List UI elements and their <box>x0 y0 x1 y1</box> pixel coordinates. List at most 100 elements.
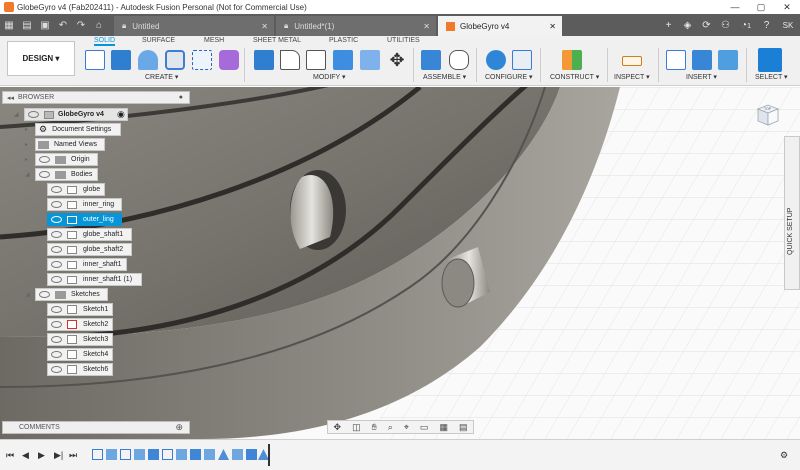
display-settings-icon[interactable]: ▭ <box>420 422 429 433</box>
visibility-eye-icon[interactable] <box>39 156 50 163</box>
tree-origin[interactable]: Origin <box>35 153 98 166</box>
tab-untitled-1[interactable]: 🔒︎ Untitled*(1) ✕ <box>276 16 436 36</box>
timeline-feature-icon[interactable] <box>148 449 159 460</box>
collapse-arrow-icon[interactable]: ◢ <box>25 171 30 178</box>
collapse-arrow-icon[interactable]: ◢ <box>25 291 30 298</box>
tree-body-globe[interactable]: globe <box>47 183 105 196</box>
shell-icon[interactable] <box>333 50 353 70</box>
insert-menu[interactable]: INSERT ▾ <box>686 73 717 81</box>
fit-icon[interactable]: ⌖ <box>404 422 409 433</box>
redo-icon[interactable]: ↷ <box>72 14 90 36</box>
timeline-feature-icon[interactable] <box>134 449 145 460</box>
minimize-button[interactable]: — <box>722 0 748 14</box>
close-tab-icon[interactable]: ✕ <box>423 22 430 31</box>
visibility-eye-icon[interactable] <box>51 231 62 238</box>
undo-icon[interactable]: ↶ <box>54 14 72 36</box>
tree-body-inner-shaft1-copy[interactable]: inner_shaft1 (1) <box>47 273 142 286</box>
configure-table-icon[interactable] <box>512 50 532 70</box>
close-window-button[interactable]: ✕ <box>774 0 800 14</box>
joint-icon[interactable] <box>449 50 469 70</box>
tab-globegyro[interactable]: GlobeGyro v4 ✕ <box>438 16 562 36</box>
visibility-eye-icon[interactable] <box>28 111 39 118</box>
create-sketch-icon[interactable] <box>85 50 105 70</box>
visibility-eye-icon[interactable] <box>51 276 62 283</box>
tree-body-inner-shaft1[interactable]: inner_shaft1 <box>47 258 127 271</box>
tab-surface[interactable]: SURFACE <box>142 37 175 44</box>
tree-body-inner-ring[interactable]: inner_ring <box>47 198 122 211</box>
form-icon[interactable] <box>219 50 239 70</box>
expand-arrow-icon[interactable]: ▸ <box>25 156 28 163</box>
timeline-start-icon[interactable]: ⏮ <box>6 450 14 461</box>
visibility-eye-icon[interactable] <box>51 186 62 193</box>
timeline-feature-icon[interactable] <box>176 449 187 460</box>
visibility-eye-icon[interactable] <box>51 306 62 313</box>
timeline-prev-icon[interactable]: ◀ <box>22 450 29 461</box>
tree-sketch2[interactable]: Sketch2 <box>47 318 113 331</box>
timeline-sketch-icon[interactable] <box>120 449 131 460</box>
tab-solid[interactable]: SOLID <box>94 37 116 46</box>
tree-named-views[interactable]: Named Views <box>35 138 105 151</box>
visibility-eye-icon[interactable] <box>51 261 62 268</box>
visibility-eye-icon[interactable] <box>51 366 62 373</box>
comments-panel[interactable]: COMMENTS ⊕ <box>2 421 190 434</box>
maximize-button[interactable]: ▢ <box>748 0 774 14</box>
new-component-icon[interactable] <box>421 50 441 70</box>
visibility-eye-icon[interactable] <box>39 291 50 298</box>
configure-icon[interactable] <box>486 50 506 70</box>
assemble-menu[interactable]: ASSEMBLE ▾ <box>423 73 466 81</box>
select-icon[interactable] <box>758 48 782 72</box>
timeline-sketch-icon[interactable] <box>162 449 173 460</box>
file-menu-icon[interactable]: ▤ <box>18 14 36 36</box>
timeline-play-icon[interactable]: ▶ <box>38 450 45 461</box>
offset-plane-icon[interactable] <box>562 50 582 70</box>
pan-icon[interactable]: ✋︎ <box>372 422 377 433</box>
visibility-eye-icon[interactable] <box>51 216 62 223</box>
pattern-icon[interactable] <box>192 50 212 70</box>
visibility-eye-icon[interactable] <box>39 171 50 178</box>
add-comment-icon[interactable]: ⊕ <box>175 422 183 433</box>
timeline-feature-icon[interactable] <box>232 449 243 460</box>
jobs-icon[interactable]: ⚇ <box>716 20 735 31</box>
tab-utilities[interactable]: UTILITIES <box>387 37 420 44</box>
tab-sheet-metal[interactable]: SHEET METAL <box>253 37 301 44</box>
create-menu[interactable]: CREATE ▾ <box>145 73 178 81</box>
view-cube[interactable]: TOP <box>752 101 780 129</box>
refresh-icon[interactable]: ⟳ <box>697 20 716 31</box>
insert-mcmaster-icon[interactable] <box>692 50 712 70</box>
tab-mesh[interactable]: MESH <box>204 37 224 44</box>
extrude-icon[interactable] <box>111 50 131 70</box>
visibility-eye-icon[interactable] <box>51 246 62 253</box>
close-tab-icon[interactable]: ✕ <box>549 22 556 31</box>
timeline-feature-icon[interactable] <box>204 449 215 460</box>
extensions-icon[interactable]: ◈ <box>678 20 697 31</box>
visibility-eye-icon[interactable] <box>51 201 62 208</box>
orbit-icon[interactable]: ✥ <box>334 422 342 433</box>
tree-body-globe-shaft1[interactable]: globe_shaft1 <box>47 228 132 241</box>
tree-sketch1[interactable]: Sketch1 <box>47 303 113 316</box>
move-icon[interactable]: ✥ <box>387 50 407 70</box>
look-at-icon[interactable]: ◫ <box>352 422 361 433</box>
expand-arrow-icon[interactable]: ▸ <box>25 126 28 133</box>
insert-canvas-icon[interactable] <box>718 50 738 70</box>
collapse-arrow-icon[interactable]: ◢ <box>14 111 19 118</box>
viewports-icon[interactable]: ▤ <box>459 422 468 433</box>
grid-menu-icon[interactable]: ▦ <box>0 14 18 36</box>
tree-body-outer-ling[interactable]: outer_ling <box>47 213 122 226</box>
press-pull-icon[interactable] <box>254 50 274 70</box>
help-icon[interactable]: ? <box>757 20 776 31</box>
timeline-feature-icon[interactable] <box>246 449 257 460</box>
tree-sketch4[interactable]: Sketch4 <box>47 348 113 361</box>
save-icon[interactable]: ▣ <box>36 14 54 36</box>
workspace-switcher[interactable]: DESIGN ▾ <box>7 41 75 76</box>
chamfer-icon[interactable] <box>306 50 326 70</box>
grid-settings-icon[interactable]: ▦ <box>439 422 448 433</box>
user-avatar[interactable]: SK <box>776 21 800 30</box>
modify-menu[interactable]: MODIFY ▾ <box>313 73 346 81</box>
visibility-eye-icon[interactable] <box>51 321 62 328</box>
tree-sketch6[interactable]: Sketch6 <box>47 363 113 376</box>
new-tab-icon[interactable]: + <box>659 20 678 31</box>
home-icon[interactable]: ⌂ <box>90 14 108 36</box>
visibility-eye-icon[interactable] <box>51 351 62 358</box>
tree-body-globe-shaft2[interactable]: globe_shaft2 <box>47 243 132 256</box>
fillet-icon[interactable] <box>280 50 300 70</box>
